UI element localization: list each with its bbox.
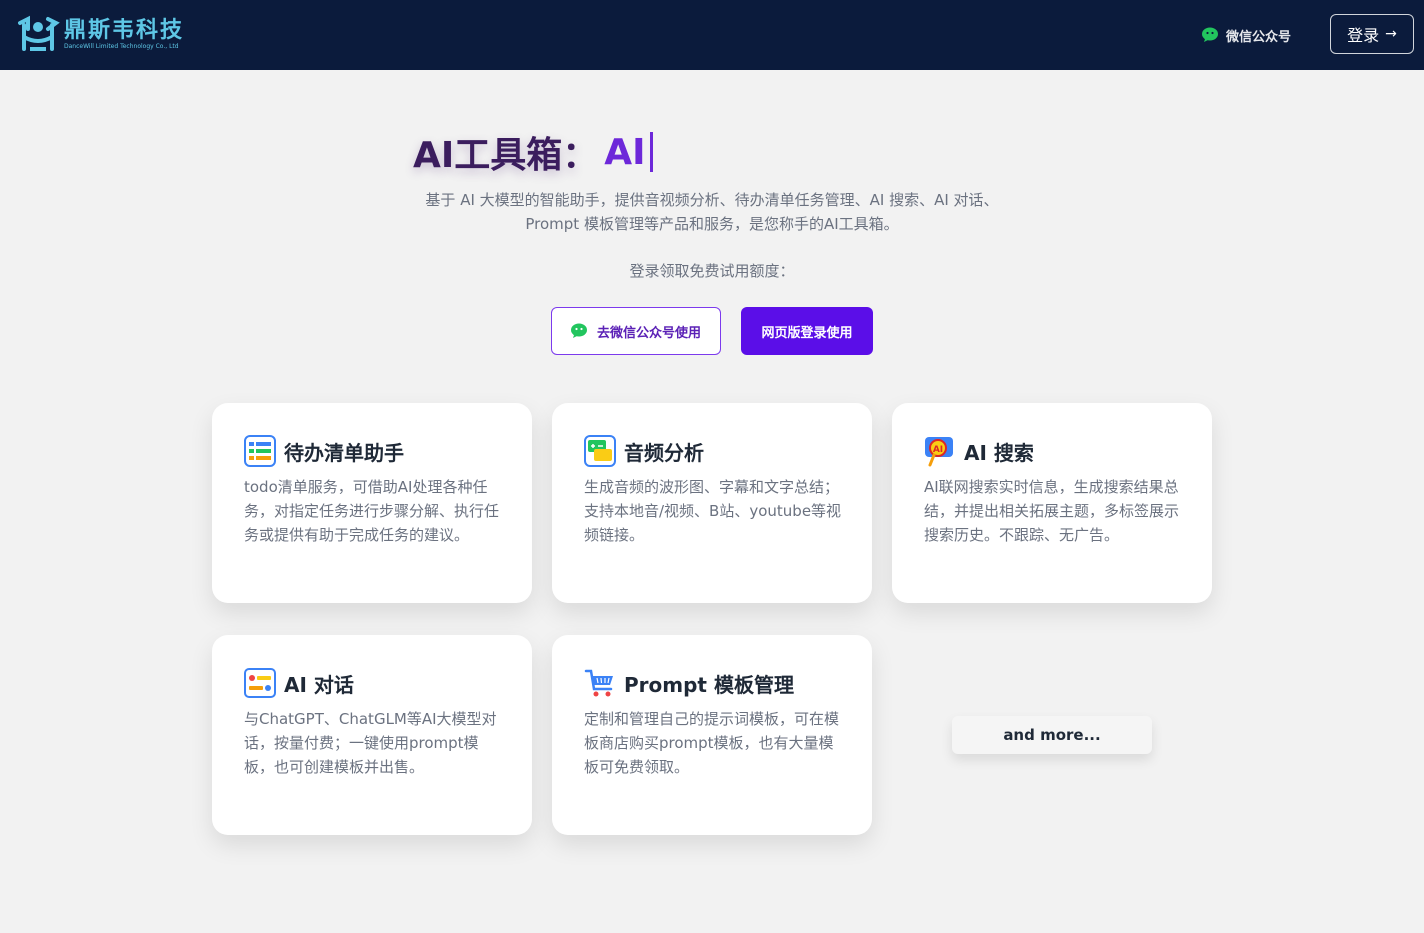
hero-subtitle: 登录领取免费试用额度： — [629, 262, 795, 280]
card-description: 生成音频的波形图、字幕和文字总结；支持本地音/视频、B站、youtube等视频链… — [584, 478, 842, 544]
card-description: AI联网搜索实时信息，生成搜索结果总结，并提出相关拓展主题，多标签展示搜索历史。… — [924, 478, 1180, 544]
card-prompt-templates[interactable]: Prompt 模板管理 定制和管理自己的提示词模板，可在模板商店购买prompt… — [552, 635, 872, 835]
company-logo[interactable]: 鼎斯韦科技 DanceWill Limited Technology Co., … — [16, 14, 184, 56]
wechat-use-button[interactable]: 去微信公众号使用 — [551, 307, 721, 355]
card-title: 音频分析 — [624, 440, 704, 465]
logo-en-text: DanceWill Limited Technology Co., Ltd — [64, 43, 179, 50]
web-login-button[interactable]: 网页版登录使用 — [741, 307, 873, 355]
hero-description: 基于 AI 大模型的智能助手，提供音视频分析、待办清单任务管理、AI 搜索、AI… — [425, 191, 999, 233]
hero-title: AI工具箱： AI — [413, 126, 653, 178]
card-title: Prompt 模板管理 — [624, 672, 794, 697]
web-login-button-label: 网页版登录使用 — [761, 325, 853, 341]
login-button[interactable]: 登录 → — [1330, 14, 1414, 54]
chat-icon — [244, 668, 276, 698]
card-description: todo清单服务，可借助AI处理各种任务，对指定任务进行步骤分解、执行任务或提供… — [244, 478, 500, 544]
logo-mark-icon — [18, 15, 60, 51]
svg-text:AI: AI — [933, 445, 943, 455]
wechat-use-button-label: 去微信公众号使用 — [596, 325, 701, 341]
and-more-label: and more... — [1003, 726, 1101, 744]
card-description: 与ChatGPT、ChatGLM等AI大模型对话，按量付费；一键使用prompt… — [244, 710, 497, 776]
card-audio-analysis[interactable]: 音频分析 生成音频的波形图、字幕和文字总结；支持本地音/视频、B站、youtub… — [552, 403, 872, 603]
wechat-icon — [1202, 27, 1218, 42]
wechat-link-label: 微信公众号 — [1226, 29, 1292, 45]
hero-title-static: AI工具箱： — [413, 135, 599, 176]
and-more-button[interactable]: and more... — [952, 716, 1152, 754]
card-ai-chat[interactable]: AI 对话 与ChatGPT、ChatGLM等AI大模型对话，按量付费；一键使用… — [212, 635, 532, 835]
card-title: 待办清单助手 — [284, 440, 404, 465]
card-description: 定制和管理自己的提示词模板，可在模板商店购买prompt模板，也有大量模板可免费… — [584, 710, 840, 776]
wechat-icon — [570, 323, 587, 338]
cart-icon — [584, 669, 613, 697]
card-todo-assistant[interactable]: 待办清单助手 todo清单服务，可借助AI处理各种任务，对指定任务进行步骤分解、… — [212, 403, 532, 603]
logo-cn-text: 鼎斯韦科技 — [64, 18, 185, 43]
wechat-official-account-link[interactable]: 微信公众号 — [1202, 24, 1291, 46]
typing-cursor — [649, 132, 653, 172]
card-title: AI 搜索 — [964, 440, 1034, 465]
audio-icon — [584, 435, 616, 467]
ai-search-icon: AI — [925, 437, 953, 467]
card-title: AI 对话 — [284, 672, 354, 697]
card-ai-search[interactable]: AI AI 搜索 AI联网搜索实时信息，生成搜索结果总结，并提出相关拓展主题，多… — [892, 403, 1212, 603]
hero-title-typed: AI — [604, 131, 646, 173]
top-navbar: 鼎斯韦科技 DanceWill Limited Technology Co., … — [0, 0, 1424, 70]
checklist-icon — [244, 435, 276, 467]
arrow-right-icon: → — [1385, 26, 1397, 42]
login-button-label: 登录 — [1347, 26, 1380, 45]
